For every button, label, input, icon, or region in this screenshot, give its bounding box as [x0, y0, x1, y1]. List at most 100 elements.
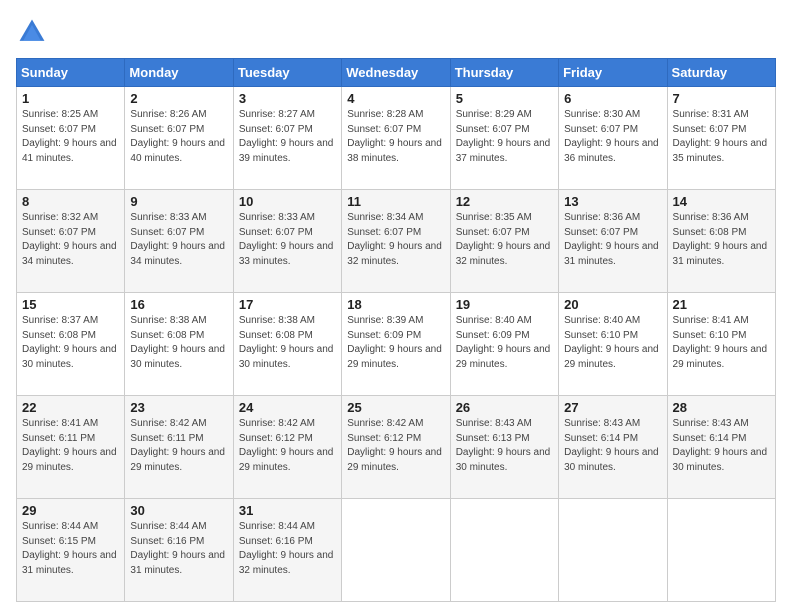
calendar-cell: 7 Sunrise: 8:31 AMSunset: 6:07 PMDayligh…	[667, 87, 775, 190]
calendar-cell: 1 Sunrise: 8:25 AMSunset: 6:07 PMDayligh…	[17, 87, 125, 190]
day-info: Sunrise: 8:25 AMSunset: 6:07 PMDaylight:…	[22, 109, 117, 164]
day-info: Sunrise: 8:44 AMSunset: 6:16 PMDaylight:…	[239, 521, 334, 576]
calendar-cell: 21 Sunrise: 8:41 AMSunset: 6:10 PMDaylig…	[667, 293, 775, 396]
calendar-cell: 8 Sunrise: 8:32 AMSunset: 6:07 PMDayligh…	[17, 190, 125, 293]
day-number: 6	[564, 91, 661, 106]
logo	[16, 16, 52, 48]
day-number: 19	[456, 297, 553, 312]
calendar-cell: 10 Sunrise: 8:33 AMSunset: 6:07 PMDaylig…	[233, 190, 341, 293]
day-info: Sunrise: 8:38 AMSunset: 6:08 PMDaylight:…	[130, 315, 225, 370]
calendar-week-3: 15 Sunrise: 8:37 AMSunset: 6:08 PMDaylig…	[17, 293, 776, 396]
calendar-cell: 11 Sunrise: 8:34 AMSunset: 6:07 PMDaylig…	[342, 190, 450, 293]
calendar-cell: 24 Sunrise: 8:42 AMSunset: 6:12 PMDaylig…	[233, 396, 341, 499]
day-number: 23	[130, 400, 227, 415]
calendar-header-row: SundayMondayTuesdayWednesdayThursdayFrid…	[17, 59, 776, 87]
calendar-cell: 31 Sunrise: 8:44 AMSunset: 6:16 PMDaylig…	[233, 499, 341, 602]
day-number: 18	[347, 297, 444, 312]
day-info: Sunrise: 8:37 AMSunset: 6:08 PMDaylight:…	[22, 315, 117, 370]
calendar-cell: 3 Sunrise: 8:27 AMSunset: 6:07 PMDayligh…	[233, 87, 341, 190]
day-info: Sunrise: 8:33 AMSunset: 6:07 PMDaylight:…	[239, 212, 334, 267]
day-number: 29	[22, 503, 119, 518]
day-number: 7	[673, 91, 770, 106]
day-number: 21	[673, 297, 770, 312]
calendar-week-2: 8 Sunrise: 8:32 AMSunset: 6:07 PMDayligh…	[17, 190, 776, 293]
day-info: Sunrise: 8:42 AMSunset: 6:12 PMDaylight:…	[239, 418, 334, 473]
calendar-cell: 19 Sunrise: 8:40 AMSunset: 6:09 PMDaylig…	[450, 293, 558, 396]
day-number: 14	[673, 194, 770, 209]
calendar-cell: 2 Sunrise: 8:26 AMSunset: 6:07 PMDayligh…	[125, 87, 233, 190]
page: SundayMondayTuesdayWednesdayThursdayFrid…	[0, 0, 792, 612]
calendar-header-sunday: Sunday	[17, 59, 125, 87]
day-info: Sunrise: 8:42 AMSunset: 6:12 PMDaylight:…	[347, 418, 442, 473]
day-info: Sunrise: 8:40 AMSunset: 6:10 PMDaylight:…	[564, 315, 659, 370]
calendar-week-4: 22 Sunrise: 8:41 AMSunset: 6:11 PMDaylig…	[17, 396, 776, 499]
calendar-cell: 17 Sunrise: 8:38 AMSunset: 6:08 PMDaylig…	[233, 293, 341, 396]
day-info: Sunrise: 8:43 AMSunset: 6:14 PMDaylight:…	[673, 418, 768, 473]
day-info: Sunrise: 8:29 AMSunset: 6:07 PMDaylight:…	[456, 109, 551, 164]
calendar-week-5: 29 Sunrise: 8:44 AMSunset: 6:15 PMDaylig…	[17, 499, 776, 602]
calendar-cell: 29 Sunrise: 8:44 AMSunset: 6:15 PMDaylig…	[17, 499, 125, 602]
day-number: 27	[564, 400, 661, 415]
day-number: 4	[347, 91, 444, 106]
calendar-cell: 5 Sunrise: 8:29 AMSunset: 6:07 PMDayligh…	[450, 87, 558, 190]
day-number: 17	[239, 297, 336, 312]
day-info: Sunrise: 8:35 AMSunset: 6:07 PMDaylight:…	[456, 212, 551, 267]
calendar-cell: 9 Sunrise: 8:33 AMSunset: 6:07 PMDayligh…	[125, 190, 233, 293]
day-number: 26	[456, 400, 553, 415]
day-number: 12	[456, 194, 553, 209]
day-info: Sunrise: 8:30 AMSunset: 6:07 PMDaylight:…	[564, 109, 659, 164]
calendar-header-friday: Friday	[559, 59, 667, 87]
calendar-cell: 20 Sunrise: 8:40 AMSunset: 6:10 PMDaylig…	[559, 293, 667, 396]
day-number: 1	[22, 91, 119, 106]
day-number: 20	[564, 297, 661, 312]
calendar-cell: 13 Sunrise: 8:36 AMSunset: 6:07 PMDaylig…	[559, 190, 667, 293]
calendar-cell: 22 Sunrise: 8:41 AMSunset: 6:11 PMDaylig…	[17, 396, 125, 499]
day-number: 31	[239, 503, 336, 518]
calendar-cell: 30 Sunrise: 8:44 AMSunset: 6:16 PMDaylig…	[125, 499, 233, 602]
day-number: 24	[239, 400, 336, 415]
day-number: 22	[22, 400, 119, 415]
day-info: Sunrise: 8:41 AMSunset: 6:11 PMDaylight:…	[22, 418, 117, 473]
day-info: Sunrise: 8:36 AMSunset: 6:07 PMDaylight:…	[564, 212, 659, 267]
calendar-cell: 18 Sunrise: 8:39 AMSunset: 6:09 PMDaylig…	[342, 293, 450, 396]
day-info: Sunrise: 8:43 AMSunset: 6:14 PMDaylight:…	[564, 418, 659, 473]
day-info: Sunrise: 8:41 AMSunset: 6:10 PMDaylight:…	[673, 315, 768, 370]
header	[16, 16, 776, 48]
day-info: Sunrise: 8:36 AMSunset: 6:08 PMDaylight:…	[673, 212, 768, 267]
day-info: Sunrise: 8:31 AMSunset: 6:07 PMDaylight:…	[673, 109, 768, 164]
day-info: Sunrise: 8:28 AMSunset: 6:07 PMDaylight:…	[347, 109, 442, 164]
calendar-cell: 28 Sunrise: 8:43 AMSunset: 6:14 PMDaylig…	[667, 396, 775, 499]
day-number: 30	[130, 503, 227, 518]
day-number: 11	[347, 194, 444, 209]
calendar-cell: 6 Sunrise: 8:30 AMSunset: 6:07 PMDayligh…	[559, 87, 667, 190]
calendar-cell: 16 Sunrise: 8:38 AMSunset: 6:08 PMDaylig…	[125, 293, 233, 396]
calendar-cell: 26 Sunrise: 8:43 AMSunset: 6:13 PMDaylig…	[450, 396, 558, 499]
day-info: Sunrise: 8:43 AMSunset: 6:13 PMDaylight:…	[456, 418, 551, 473]
day-info: Sunrise: 8:27 AMSunset: 6:07 PMDaylight:…	[239, 109, 334, 164]
day-info: Sunrise: 8:26 AMSunset: 6:07 PMDaylight:…	[130, 109, 225, 164]
day-info: Sunrise: 8:42 AMSunset: 6:11 PMDaylight:…	[130, 418, 225, 473]
calendar-cell: 4 Sunrise: 8:28 AMSunset: 6:07 PMDayligh…	[342, 87, 450, 190]
day-info: Sunrise: 8:39 AMSunset: 6:09 PMDaylight:…	[347, 315, 442, 370]
day-number: 13	[564, 194, 661, 209]
calendar-cell	[450, 499, 558, 602]
day-info: Sunrise: 8:38 AMSunset: 6:08 PMDaylight:…	[239, 315, 334, 370]
day-number: 5	[456, 91, 553, 106]
day-number: 25	[347, 400, 444, 415]
calendar-cell: 15 Sunrise: 8:37 AMSunset: 6:08 PMDaylig…	[17, 293, 125, 396]
day-info: Sunrise: 8:40 AMSunset: 6:09 PMDaylight:…	[456, 315, 551, 370]
day-info: Sunrise: 8:44 AMSunset: 6:15 PMDaylight:…	[22, 521, 117, 576]
day-info: Sunrise: 8:44 AMSunset: 6:16 PMDaylight:…	[130, 521, 225, 576]
calendar-header-thursday: Thursday	[450, 59, 558, 87]
day-info: Sunrise: 8:33 AMSunset: 6:07 PMDaylight:…	[130, 212, 225, 267]
calendar-cell	[667, 499, 775, 602]
day-number: 15	[22, 297, 119, 312]
calendar-header-saturday: Saturday	[667, 59, 775, 87]
day-number: 10	[239, 194, 336, 209]
calendar-cell: 25 Sunrise: 8:42 AMSunset: 6:12 PMDaylig…	[342, 396, 450, 499]
calendar-week-1: 1 Sunrise: 8:25 AMSunset: 6:07 PMDayligh…	[17, 87, 776, 190]
calendar-cell: 12 Sunrise: 8:35 AMSunset: 6:07 PMDaylig…	[450, 190, 558, 293]
logo-icon	[16, 16, 48, 48]
calendar-cell: 23 Sunrise: 8:42 AMSunset: 6:11 PMDaylig…	[125, 396, 233, 499]
calendar-header-wednesday: Wednesday	[342, 59, 450, 87]
